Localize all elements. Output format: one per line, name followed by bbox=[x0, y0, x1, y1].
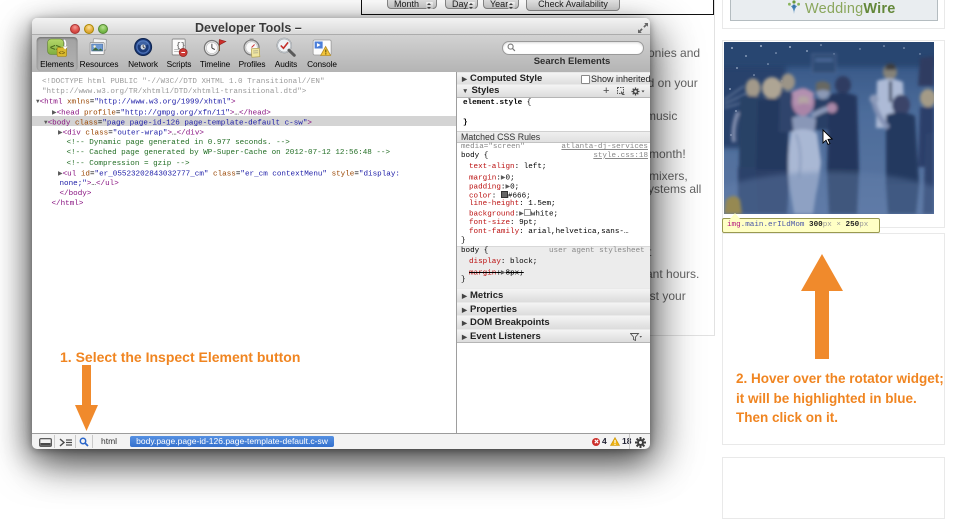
svg-text:<>: <> bbox=[58, 49, 65, 56]
